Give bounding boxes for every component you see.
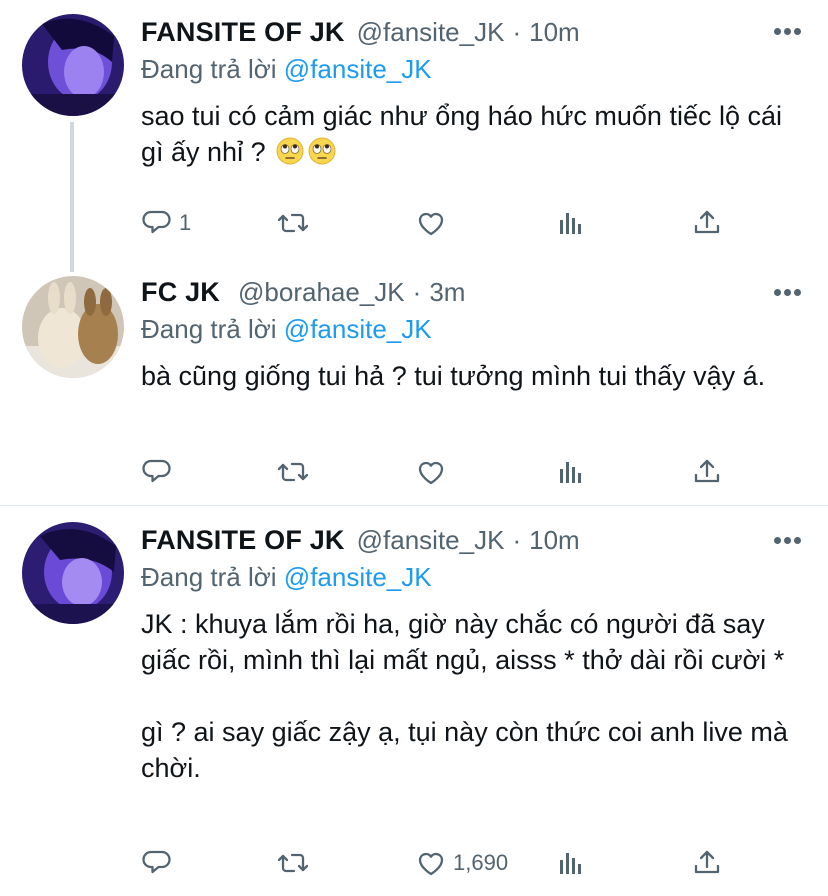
timestamp[interactable]: 3m [429,277,465,308]
tweet-actions: 1,690 [141,846,721,880]
replying-to: Đang trả lời @fansite_JK [141,314,432,345]
replying-label: Đang trả lời [141,314,277,344]
face-with-rolling-eyes-icon [275,137,304,165]
reply-icon [142,850,171,874]
tweet-3[interactable]: FANSITE OF JK @fansite_JK · 10m Đang trả… [0,506,828,896]
share-icon [694,459,720,483]
display-name[interactable]: FC JK [141,277,220,308]
replying-to: Đang trả lời @fansite_JK [141,54,432,85]
like-button[interactable] [415,206,447,240]
separator-dot: · [512,524,522,555]
tweet-header: FANSITE OF JK @fansite_JK · 10m [141,522,580,558]
tweet-text: sao tui có cảm giác như ổng háo hức muốn… [141,98,806,170]
username[interactable]: @fansite_JK [357,17,505,48]
analytics-button[interactable] [555,455,587,489]
tweet-actions [141,455,721,489]
avatar[interactable] [22,522,124,624]
share-icon [694,850,720,874]
analytics-button[interactable] [555,846,587,880]
share-icon [694,210,720,234]
tweet-header: FC JK @borahae_JK · 3m [141,274,465,310]
reply-button[interactable] [141,455,173,489]
retweet-icon [277,853,309,873]
tweet-header: FANSITE OF JK @fansite_JK · 10m [141,14,580,50]
tweet-actions: 1 [141,206,721,240]
mention-link[interactable]: @fansite_JK [284,314,432,344]
replying-to: Đang trả lời @fansite_JK [141,562,432,593]
replying-label: Đang trả lời [141,562,277,592]
username[interactable]: @fansite_JK [357,525,505,556]
analytics-icon [560,853,581,874]
timestamp[interactable]: 10m [529,17,580,48]
avatar[interactable] [22,14,124,116]
display-name[interactable]: FANSITE OF JK [141,525,345,556]
retweet-icon [277,462,309,482]
more-icon[interactable] [774,537,801,545]
analytics-icon [560,462,581,483]
username[interactable]: @borahae_JK [238,277,405,308]
like-icon [418,461,444,485]
share-button[interactable] [691,206,723,240]
reply-count: 1 [179,210,192,235]
tweet-1[interactable]: FANSITE OF JK @fansite_JK · 10m Đang trả… [0,0,828,272]
analytics-icon [560,213,581,234]
timestamp[interactable]: 10m [529,525,580,556]
tweet-text: JK : khuya lắm rồi ha, giờ này chắc có n… [141,609,788,783]
retweet-button[interactable] [277,846,309,880]
thread-line [70,122,74,272]
like-button[interactable] [415,455,447,489]
tweet-text: bà cũng giống tui hả ? tui tưởng mình tu… [141,361,766,391]
reply-icon [142,459,171,483]
retweet-button[interactable] [277,455,309,489]
like-button[interactable]: 1,690 [415,846,508,880]
retweet-button[interactable] [277,206,309,240]
separator-dot: · [512,16,522,47]
replying-label: Đang trả lời [141,54,277,84]
like-icon [418,852,444,876]
share-button[interactable] [691,846,723,880]
tweet-2[interactable]: FC JK @borahae_JK · 3m Đang trả lời @fan… [0,260,828,506]
mention-link[interactable]: @fansite_JK [284,54,432,84]
face-with-rolling-eyes-icon [307,137,336,165]
like-count: 1,690 [453,850,509,875]
more-icon[interactable] [774,289,801,297]
display-name[interactable]: FANSITE OF JK [141,17,345,48]
share-button[interactable] [691,455,723,489]
avatar[interactable] [22,276,124,378]
mention-link[interactable]: @fansite_JK [284,562,432,592]
retweet-icon [277,213,309,233]
more-icon[interactable] [774,28,801,36]
tweet-text-content: sao tui có cảm giác như ổng háo hức muốn… [141,101,782,167]
reply-button[interactable]: 1 [141,206,191,240]
separator-dot: · [412,276,422,307]
like-icon [418,212,444,236]
analytics-button[interactable] [555,206,587,240]
reply-button[interactable] [141,846,173,880]
reply-icon [142,210,171,234]
